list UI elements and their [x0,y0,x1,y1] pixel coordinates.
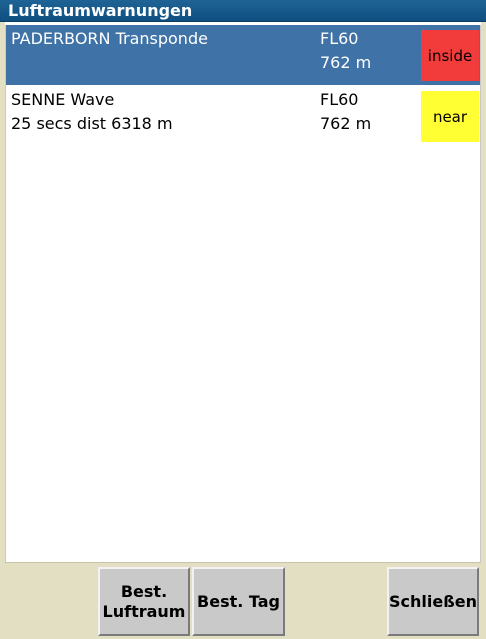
window-title: Luftraumwarnungen [0,0,486,22]
airspace-info: 25 secs dist 6318 m [11,114,173,133]
status-badge: near [421,91,479,142]
altitude: 762 m [320,114,372,133]
schliessen-button[interactable]: Schließen [387,567,479,636]
warnings-list[interactable]: PADERBORN Transponde FL60 762 m inside S… [5,25,481,562]
button-bar: Best. Luftraum Best. Tag Schließen [5,562,481,639]
warning-row[interactable]: PADERBORN Transponde FL60 762 m inside [6,25,480,85]
right-edge [481,0,486,639]
airspace-warnings-window: Luftraumwarnungen PADERBORN Transponde F… [0,0,486,639]
flight-level: FL60 [320,29,359,48]
best-luftraum-button[interactable]: Best. Luftraum [98,567,190,636]
best-tag-button[interactable]: Best. Tag [192,567,285,636]
flight-level: FL60 [320,90,359,109]
warning-row[interactable]: SENNE Wave 25 secs dist 6318 m FL60 762 … [6,86,480,146]
status-badge: inside [421,30,479,81]
airspace-name: SENNE Wave [11,90,115,109]
altitude: 762 m [320,53,372,72]
airspace-name: PADERBORN Transponde [11,29,208,48]
